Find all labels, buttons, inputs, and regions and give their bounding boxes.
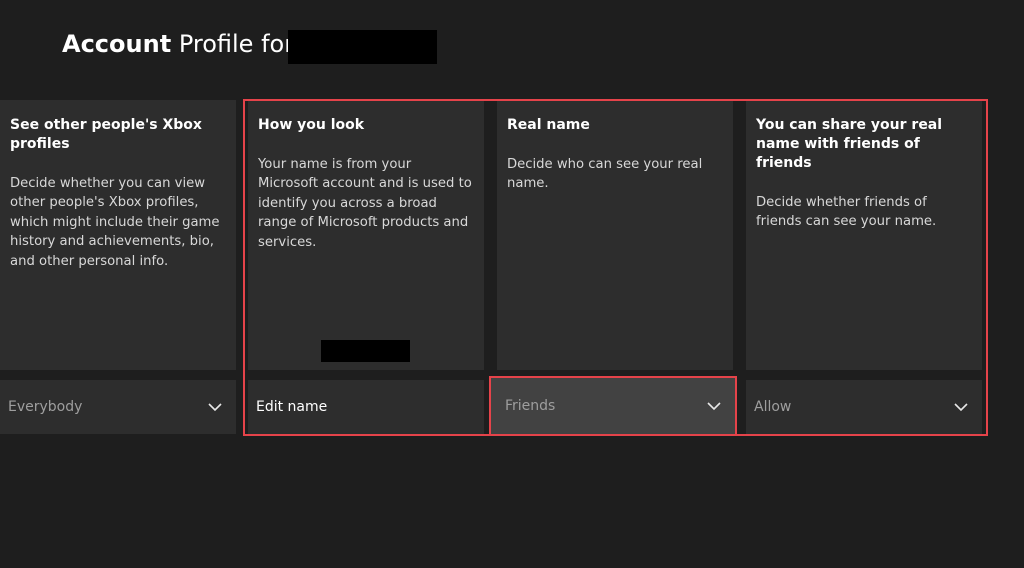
page-title-bold: Account [62,30,172,58]
dropdown-value: Allow [754,399,792,415]
real-name-dropdown[interactable]: Friends [489,376,737,436]
card-description: Decide who can see your real name. [507,157,703,192]
edit-name-button[interactable]: Edit name [248,380,484,434]
friends-of-friends-dropdown[interactable]: Allow [746,380,982,434]
redacted-name [321,340,410,362]
button-label: Edit name [256,399,328,415]
chevron-down-icon [707,402,721,411]
see-profiles-dropdown[interactable]: Everybody [0,380,236,434]
card-how-you-look: How you look Your name is from your Micr… [248,100,484,370]
card-see-profiles: See other people's Xbox profiles Decide … [0,100,236,370]
card-real-name: Real name Decide who can see your real n… [497,100,733,370]
card-heading: See other people's Xbox profiles [10,117,202,152]
card-heading: How you look [258,117,365,133]
card-description: Decide whether you can view other people… [10,176,220,269]
card-heading: You can share your real name with friend… [756,117,943,171]
card-heading: Real name [507,117,590,133]
page-title-light: Profile for [178,30,295,58]
card-friends-of-friends: You can share your real name with friend… [746,100,982,370]
dropdown-value: Friends [505,398,556,414]
card-description: Your name is from your Microsoft account… [258,157,472,250]
chevron-down-icon [954,403,968,412]
redacted-gamertag [288,30,437,64]
page-title: Account Profile for [62,30,294,58]
chevron-down-icon [208,403,222,412]
dropdown-value: Everybody [8,399,83,415]
card-description: Decide whether friends of friends can se… [756,195,937,230]
